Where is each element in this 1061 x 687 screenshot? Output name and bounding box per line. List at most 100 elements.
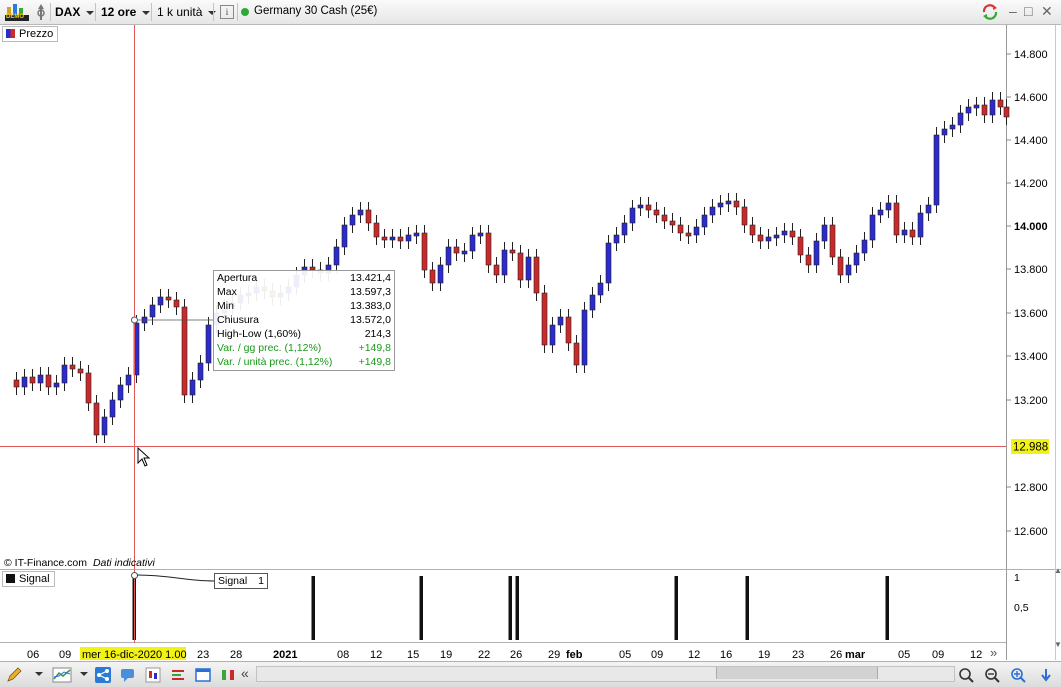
minimize-icon[interactable]: – [1009, 3, 1017, 19]
scroll-end-icon[interactable] [1038, 667, 1054, 683]
candle-body [837, 256, 844, 276]
demo-icon[interactable]: DEMO [5, 3, 29, 21]
source-attribution: © IT-Finance.com Dati indicativi [4, 557, 155, 569]
share-icon[interactable] [95, 667, 111, 683]
chat-icon[interactable] [120, 667, 136, 683]
scroll-back-icon[interactable]: « [241, 665, 249, 681]
tooltip-row-low: Min 13.383,0 [214, 299, 394, 313]
candle-body [557, 316, 564, 326]
signal-legend-label: Signal [19, 573, 50, 585]
symbol-dropdown[interactable]: DAX [55, 3, 95, 21]
zoom-in-icon[interactable] [1010, 667, 1026, 683]
candle-body [829, 224, 836, 258]
y-tick-label: 14.600 [1014, 92, 1048, 104]
price-chart[interactable]: 14.800 14.600 14.400 14.200 14.000 13.800 13.6… [0, 25, 1061, 661]
scroll-down-icon[interactable]: ▼ [1054, 640, 1061, 649]
candle-body [173, 299, 180, 308]
indicator-icon[interactable] [52, 667, 72, 683]
candle-body [453, 246, 460, 254]
pencil-icon[interactable] [6, 667, 22, 683]
candle-body [645, 204, 652, 211]
window-icon[interactable] [195, 667, 211, 683]
chevron-down-icon[interactable] [80, 672, 88, 676]
candle-body [589, 294, 596, 311]
candle-body [733, 200, 740, 208]
candle-body [573, 342, 580, 366]
candle-body [997, 99, 1004, 108]
zoom-out-icon[interactable] [984, 667, 1000, 683]
x-axis-forward-icon[interactable]: » [990, 645, 997, 660]
tooltip-value: 13.421,4 [350, 272, 391, 284]
candle-body [621, 222, 628, 236]
top-toolbar: DEMO DAX 12 ore 1 k unità i Germany 30 C… [0, 0, 1061, 25]
candle-body [493, 264, 500, 276]
candle-body [549, 324, 556, 346]
refresh-icon[interactable] [981, 3, 999, 21]
chart-area[interactable]: 14.800 14.600 14.400 14.200 14.000 13.800 13.6… [0, 25, 1061, 661]
price-legend[interactable]: Prezzo [2, 26, 59, 42]
candle-body [717, 202, 724, 208]
candle-body [581, 309, 588, 366]
timeframe-dropdown[interactable]: 12 ore [101, 3, 151, 21]
candle-body [357, 209, 364, 216]
candle-body [741, 206, 748, 226]
candle-body [917, 212, 924, 238]
candle-body [189, 379, 196, 396]
candle-body [101, 416, 108, 436]
candle-body [861, 239, 868, 254]
tooltip-label: Max [217, 286, 237, 298]
compare-icon[interactable] [220, 667, 236, 683]
signal-bar [311, 576, 315, 640]
bar-list-icon[interactable] [170, 667, 186, 683]
candle-body [765, 236, 772, 242]
zoom-fit-icon[interactable] [958, 667, 974, 683]
tooltip-value: +149,8 [358, 356, 391, 368]
candle-body [885, 202, 892, 211]
tooltip-value: 13.597,3 [350, 286, 391, 298]
candle-body [605, 242, 612, 284]
tooltip-label: Var. / gg prec. (1,12%) [217, 342, 322, 354]
y-tick-label: 13.200 [1014, 395, 1048, 407]
tooltip-row-unit-change: Var. / unità prec. (1,12%) +149,8 [214, 355, 394, 369]
signal-tick-half: 0,5 [1014, 602, 1029, 614]
mouse-pointer-icon [137, 446, 151, 470]
units-dropdown[interactable]: 1 k unità [157, 3, 217, 21]
candle-body [341, 224, 348, 248]
candle-body [45, 374, 52, 388]
tooltip-value: 13.572,0 [350, 314, 391, 326]
scroll-up-icon[interactable]: ▲ [1054, 566, 1061, 575]
chevron-down-icon[interactable] [35, 672, 43, 676]
x-tick-label: 26 [510, 649, 522, 660]
candle-body [781, 230, 788, 236]
candle-body [981, 104, 988, 116]
candle-body [533, 256, 540, 294]
tooltip-row-close: Chiusura 13.572,0 [214, 313, 394, 327]
x-tick-label: 05 [619, 649, 631, 660]
candle-body [709, 206, 716, 216]
x-tick-label: 06 [27, 649, 39, 660]
x-tick-label: 08 [337, 649, 349, 660]
candle-body [661, 214, 668, 222]
chevron-down-icon [142, 10, 151, 15]
candle-body [637, 204, 644, 209]
candle-body [381, 236, 388, 241]
signal-bar [419, 576, 423, 640]
signal-callout: Signal 1 [214, 573, 268, 589]
candle-body [501, 249, 508, 276]
tooltip-row-day-change: Var. / gg prec. (1,12%) +149,8 [214, 341, 394, 355]
crosshair-date-value: mer 16-dic-2020 1.00 [82, 649, 187, 660]
signal-legend[interactable]: Signal [2, 571, 55, 587]
info-button[interactable]: i [220, 5, 234, 19]
candle-body [485, 232, 492, 266]
candle-body [813, 240, 820, 266]
candle-body [933, 134, 940, 206]
scrollbar-thumb[interactable] [716, 667, 878, 679]
candle-body [877, 209, 884, 216]
candlestick-chart-icon[interactable] [145, 667, 161, 683]
tooltip-label: Chiusura [217, 314, 260, 326]
candle-body [461, 250, 468, 255]
tools-icon[interactable] [33, 3, 49, 21]
close-icon[interactable]: ✕ [1041, 3, 1053, 19]
maximize-icon[interactable]: □ [1024, 3, 1032, 19]
tooltip-value: +149,8 [358, 342, 391, 354]
